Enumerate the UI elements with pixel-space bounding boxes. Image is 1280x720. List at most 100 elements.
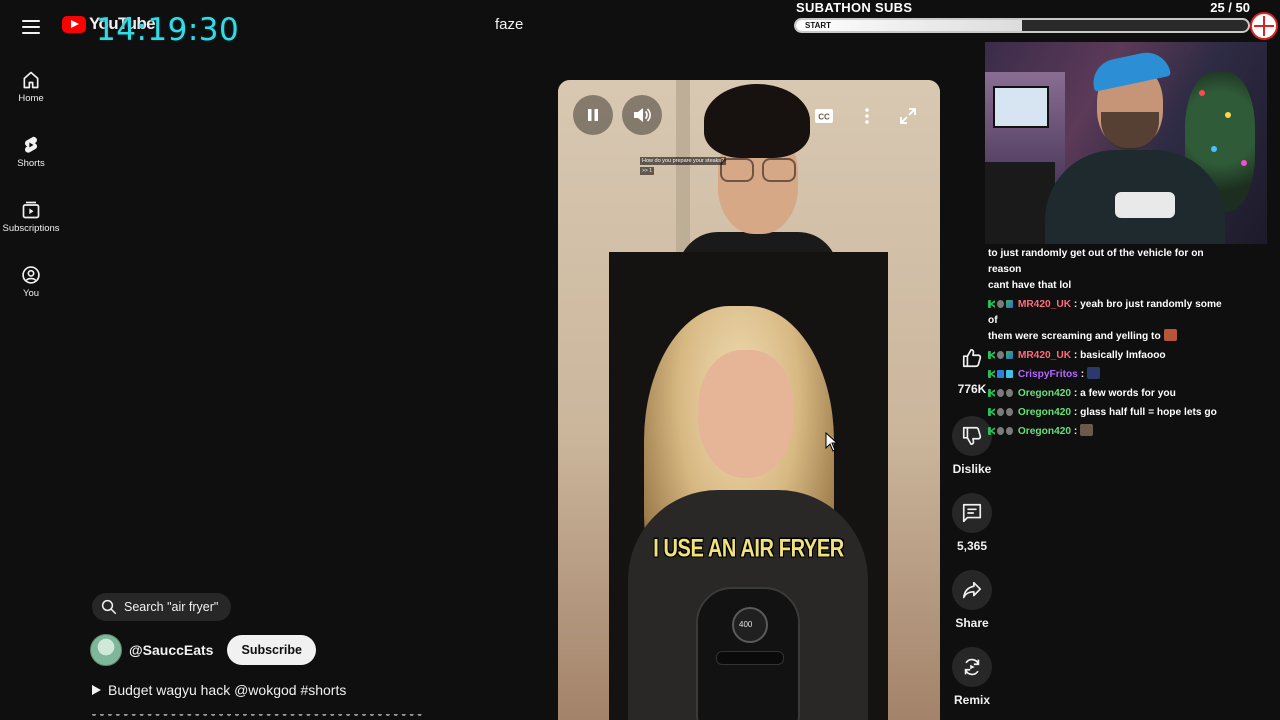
webcam-light bbox=[1199, 90, 1205, 96]
captions-button[interactable]: CC bbox=[810, 102, 838, 130]
chat-username[interactable]: Oregon420 bbox=[1018, 426, 1071, 437]
stream-clock: 14:19:30 bbox=[96, 12, 240, 48]
chat-username[interactable]: MR420_UK bbox=[1018, 299, 1071, 310]
chat-message: Oregon420 : a few words for you bbox=[988, 386, 1234, 402]
nav-home[interactable]: Home bbox=[0, 70, 62, 104]
share-button[interactable]: Share bbox=[946, 570, 998, 630]
play-icon bbox=[92, 685, 101, 695]
comments-icon-wrap bbox=[952, 493, 992, 533]
shorts-player[interactable]: How do you prepare your steaks? >> 1 I U… bbox=[558, 80, 940, 720]
nav-subscriptions[interactable]: Subscriptions bbox=[0, 200, 62, 234]
comment-count: 5,365 bbox=[956, 539, 988, 553]
nav-subscriptions-label: Subscriptions bbox=[2, 223, 60, 234]
chat-message: MR420_UK : basically lmfaooo bbox=[988, 348, 1234, 364]
dislike-label: Dislike bbox=[952, 462, 992, 476]
video-question-sub: >> 1 bbox=[640, 167, 655, 175]
chat-text: : a few words for you bbox=[1073, 388, 1176, 399]
chat-username[interactable]: CrispyFritos bbox=[1018, 369, 1078, 380]
badge-icon bbox=[1006, 389, 1013, 397]
video-glasses-right bbox=[762, 158, 796, 182]
subscriptions-icon bbox=[22, 201, 40, 219]
badge-icon bbox=[988, 427, 995, 435]
remix-button[interactable]: Remix bbox=[946, 647, 998, 707]
chat-text: : basically lmfaooo bbox=[1073, 350, 1166, 361]
chat-message: CrispyFritos : bbox=[988, 367, 1234, 383]
video-man-hair bbox=[704, 84, 810, 158]
subathon-progress-bar: START bbox=[794, 18, 1250, 33]
more-options-button[interactable] bbox=[853, 102, 881, 130]
emote-icon bbox=[1080, 424, 1094, 436]
chat-partial-line: to just randomly get out of the vehicle … bbox=[988, 248, 1204, 275]
video-door bbox=[676, 80, 690, 255]
emote-icon bbox=[1163, 329, 1177, 341]
badge-icon bbox=[997, 408, 1004, 416]
video-title[interactable]: Budget wagyu hack @wokgod #shorts bbox=[92, 682, 346, 698]
search-suggestion-chip[interactable]: Search "air fryer" bbox=[92, 593, 232, 621]
shorts-icon bbox=[24, 136, 38, 153]
subathon-start-label: START bbox=[805, 21, 832, 30]
chat-username[interactable]: Oregon420 bbox=[1018, 388, 1071, 399]
air-fryer-handle bbox=[716, 651, 784, 665]
youtube-play-icon bbox=[62, 15, 86, 33]
air-fryer-dial: 400 bbox=[732, 607, 768, 643]
badge-icon bbox=[1006, 370, 1013, 378]
badge-icon bbox=[997, 427, 1004, 435]
target-icon bbox=[1250, 12, 1278, 40]
channel-name[interactable]: @SauccEats bbox=[129, 642, 213, 658]
webcam-light bbox=[1211, 146, 1217, 152]
share-label: Share bbox=[955, 616, 989, 630]
chat-username[interactable]: MR420_UK bbox=[1018, 350, 1071, 361]
badge-icon bbox=[988, 370, 995, 378]
subathon-count: 25 / 50 bbox=[1210, 0, 1250, 15]
volume-icon bbox=[634, 108, 651, 122]
thumbs-up-icon bbox=[962, 348, 982, 368]
chat-message: Oregon420 : glass half full = hope lets … bbox=[988, 405, 1234, 421]
webcam-shirt-print bbox=[1115, 192, 1175, 218]
svg-text:CC: CC bbox=[818, 113, 830, 122]
badge-icon bbox=[1006, 300, 1013, 308]
fullscreen-button[interactable] bbox=[894, 102, 922, 130]
badge-icon bbox=[988, 300, 995, 308]
search-icon bbox=[101, 599, 117, 615]
video-woman-face bbox=[698, 350, 794, 478]
chat-username[interactable]: Oregon420 bbox=[1018, 407, 1071, 418]
nav-home-label: Home bbox=[18, 93, 44, 104]
air-fryer: 400 bbox=[696, 587, 800, 720]
avatar[interactable] bbox=[90, 634, 122, 666]
nav-shorts[interactable]: Shorts bbox=[0, 135, 62, 169]
badge-icon bbox=[1006, 351, 1013, 359]
subathon-overlay: SUBATHON SUBS 25 / 50 START bbox=[792, 0, 1280, 40]
badge-icon bbox=[997, 351, 1004, 359]
badge-icon bbox=[997, 300, 1004, 308]
chat-partial-line: cant have that lol bbox=[988, 280, 1072, 291]
remix-icon-wrap bbox=[952, 647, 992, 687]
emote-icon bbox=[1086, 367, 1100, 379]
badge-icon bbox=[997, 389, 1004, 397]
pause-icon bbox=[588, 109, 598, 121]
chat-message: MR420_UK : yeah bro just randomly some o… bbox=[988, 297, 1234, 345]
video-title-text: Budget wagyu hack @wokgod #shorts bbox=[108, 682, 347, 698]
badge-icon bbox=[997, 370, 1004, 378]
chat-text: : glass half full = hope lets go bbox=[1073, 407, 1217, 418]
search-chip-label: Search "air fryer" bbox=[124, 600, 219, 614]
nav-you[interactable]: You bbox=[0, 265, 62, 299]
remix-icon bbox=[964, 658, 980, 676]
channel-row: @SauccEats Subscribe bbox=[90, 634, 316, 666]
comments-button[interactable]: 5,365 bbox=[946, 493, 998, 553]
chat-message: Oregon420 : bbox=[988, 424, 1234, 440]
search-input[interactable]: faze bbox=[495, 16, 523, 33]
subscribe-button[interactable]: Subscribe bbox=[227, 635, 316, 665]
menu-icon[interactable] bbox=[18, 14, 44, 40]
badge-icon bbox=[988, 389, 995, 397]
pause-button[interactable] bbox=[573, 95, 613, 135]
streamer-webcam bbox=[985, 42, 1267, 244]
fullscreen-icon bbox=[900, 108, 916, 124]
video-question-text: How do you prepare your steaks? bbox=[640, 157, 727, 165]
badge-icon bbox=[988, 408, 995, 416]
chat-text: them were screaming and yelling to bbox=[988, 331, 1161, 342]
chat-text: : bbox=[1073, 426, 1078, 437]
dislike-icon-wrap bbox=[952, 416, 992, 456]
volume-button[interactable] bbox=[622, 95, 662, 135]
webcam-light bbox=[1225, 112, 1231, 118]
badge-icon bbox=[1006, 427, 1013, 435]
